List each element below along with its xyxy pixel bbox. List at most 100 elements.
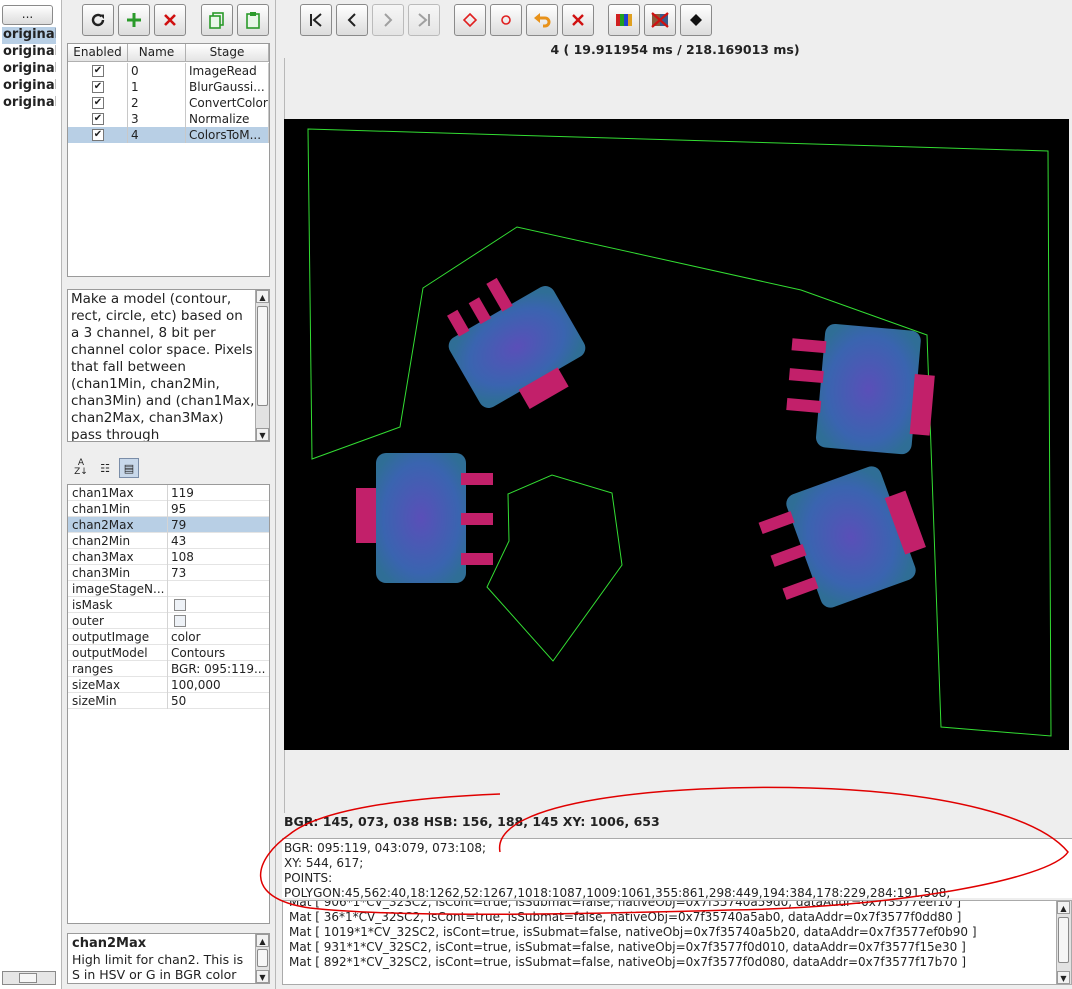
property-value[interactable]: 43	[171, 533, 266, 549]
circle-tool-button[interactable]	[490, 4, 522, 36]
undo-button[interactable]	[526, 4, 558, 36]
property-row[interactable]: isMask	[68, 597, 269, 613]
stage-name: 4	[128, 127, 186, 143]
scroll-up-icon[interactable]: ▲	[256, 290, 269, 303]
property-row[interactable]: outer	[68, 613, 269, 629]
property-row[interactable]: chan3Max 108	[68, 549, 269, 565]
image-list-panel: ... original original original original …	[0, 0, 62, 989]
stage-row[interactable]: ✔ 0 ImageRead	[68, 63, 269, 79]
property-row[interactable]: sizeMin 50	[68, 693, 269, 709]
pixel-status: BGR: 145, 073, 038 HSB: 156, 188, 145 XY…	[284, 814, 660, 829]
property-row-selected[interactable]: chan2Max 79	[68, 517, 269, 533]
mat-line: Mat [ 906*1*CV_32SC2, isCont=true, isSub…	[289, 900, 962, 909]
property-name: imageStageN...	[72, 581, 168, 597]
paste-button[interactable]	[237, 4, 269, 36]
clear-shapes-button[interactable]	[562, 4, 594, 36]
refresh-button[interactable]	[82, 4, 114, 36]
help-text: High limit for chan2. This is S in HSV o…	[72, 952, 244, 982]
add-stage-button[interactable]	[118, 4, 150, 36]
property-row[interactable]: imageStageN...	[68, 581, 269, 597]
categorized-button[interactable]: ☷	[95, 458, 115, 478]
enabled-checkbox[interactable]: ✔	[92, 65, 104, 77]
stage-table: Enabled Name Stage ✔ 0 ImageRead ✔ 1 Blu…	[67, 43, 270, 277]
image-list-item[interactable]: original	[2, 44, 56, 61]
detected-part	[786, 323, 935, 455]
horizontal-scrollbar[interactable]	[2, 971, 56, 985]
add-icon	[127, 13, 141, 27]
last-frame-button[interactable]	[408, 4, 440, 36]
property-value[interactable]: color	[171, 629, 266, 645]
fill-button[interactable]	[680, 4, 712, 36]
outer-checkbox[interactable]	[174, 615, 186, 627]
property-name: ranges	[72, 661, 168, 677]
property-value[interactable]: Contours	[171, 645, 266, 661]
mat-list-scrollbar[interactable]: ▲ ▼	[1056, 901, 1071, 984]
next-frame-button[interactable]	[372, 4, 404, 36]
image-list-item[interactable]: original	[2, 78, 56, 95]
scroll-up-icon[interactable]: ▲	[1057, 901, 1070, 914]
stage-description: Make a model (contour, rect, circle, etc…	[67, 289, 270, 442]
stage-row[interactable]: ✔ 1 BlurGaussi...	[68, 79, 269, 95]
scroll-down-icon[interactable]: ▼	[1057, 971, 1070, 984]
description-toggle-button[interactable]: ▤	[119, 458, 139, 478]
property-value[interactable]: 119	[171, 485, 266, 501]
property-row[interactable]: chan3Min 73	[68, 565, 269, 581]
colors-button[interactable]	[608, 4, 640, 36]
remove-stage-button[interactable]	[154, 4, 186, 36]
mat-line: Mat [ 1019*1*CV_32SC2, isCont=true, isSu…	[289, 925, 977, 939]
image-list-item[interactable]: original	[2, 95, 56, 112]
image-list-item[interactable]: original	[2, 27, 56, 44]
property-value[interactable]: 100,000	[171, 677, 266, 693]
property-row[interactable]: chan1Min 95	[68, 501, 269, 517]
enabled-checkbox[interactable]: ✔	[92, 113, 104, 125]
scroll-up-icon[interactable]: ▲	[256, 934, 269, 947]
property-name: sizeMax	[72, 677, 168, 693]
column-header-name[interactable]: Name	[128, 44, 186, 62]
property-row[interactable]: outputModel Contours	[68, 645, 269, 661]
property-name: isMask	[72, 597, 168, 613]
info-line: POINTS:	[284, 871, 333, 885]
property-value[interactable]: 108	[171, 549, 266, 565]
menu-button[interactable]: ...	[2, 5, 53, 25]
stage-name: 0	[128, 63, 186, 79]
enabled-checkbox[interactable]: ✔	[92, 129, 104, 141]
property-value[interactable]: 50	[171, 693, 266, 709]
property-value[interactable]: 79	[171, 517, 266, 533]
scrollbar-thumb[interactable]	[257, 949, 268, 967]
stage-row[interactable]: ✔ 3 Normalize	[68, 111, 269, 127]
stage-type: BlurGaussi...	[186, 79, 269, 95]
property-row[interactable]: chan2Min 43	[68, 533, 269, 549]
polygon-tool-button[interactable]	[454, 4, 486, 36]
help-scrollbar[interactable]: ▲ ▼	[255, 934, 269, 983]
property-row[interactable]: ranges BGR: 095:119...	[68, 661, 269, 677]
property-row[interactable]: outputImage color	[68, 629, 269, 645]
column-header-stage[interactable]: Stage	[186, 44, 269, 62]
ismask-checkbox[interactable]	[174, 599, 186, 611]
scrollbar-thumb[interactable]	[1058, 917, 1069, 963]
scrollbar-thumb[interactable]	[257, 306, 268, 406]
property-row[interactable]: chan1Max 119	[68, 485, 269, 501]
no-colors-button[interactable]	[644, 4, 676, 36]
stage-row[interactable]: ✔ 2 ConvertColor	[68, 95, 269, 111]
image-list-item[interactable]: original	[2, 61, 56, 78]
copy-button[interactable]	[201, 4, 233, 36]
property-value[interactable]: 95	[171, 501, 266, 517]
enabled-checkbox[interactable]: ✔	[92, 81, 104, 93]
scroll-down-icon[interactable]: ▼	[256, 970, 269, 983]
column-header-enabled[interactable]: Enabled	[68, 44, 128, 62]
image-canvas[interactable]	[284, 119, 1069, 750]
first-frame-button[interactable]	[300, 4, 332, 36]
sort-alpha-button[interactable]: A Z↓	[71, 458, 91, 478]
processed-image[interactable]	[284, 119, 1069, 750]
scrollbar-thumb[interactable]	[19, 973, 37, 983]
properties-toolbar: A Z↓ ☷ ▤	[67, 456, 270, 482]
stage-row-selected[interactable]: ✔ 4 ColorsToM...	[68, 127, 269, 143]
scroll-down-icon[interactable]: ▼	[256, 428, 269, 441]
enabled-checkbox[interactable]: ✔	[92, 97, 104, 109]
property-row[interactable]: sizeMax 100,000	[68, 677, 269, 693]
prev-frame-button[interactable]	[336, 4, 368, 36]
property-value[interactable]: BGR: 095:119...	[171, 661, 266, 677]
description-scrollbar[interactable]: ▲ ▼	[255, 290, 269, 441]
property-value[interactable]: 73	[171, 565, 266, 581]
fill-icon	[690, 14, 702, 26]
